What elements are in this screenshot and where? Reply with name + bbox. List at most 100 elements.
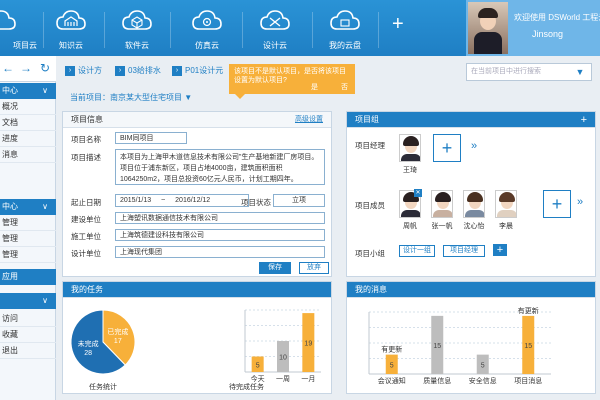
- double-chevron-right-icon[interactable]: »: [577, 196, 583, 208]
- task-pie-chart: 已完成 17 未完成 28: [70, 309, 136, 375]
- category-label: 一周: [276, 375, 290, 383]
- team-member[interactable]: ✕ 周帆: [399, 189, 422, 231]
- cloud-icon: [0, 10, 16, 30]
- arrow-right-icon: ›: [65, 66, 75, 76]
- message-bar-chart: 5 会议通知 有更新 15 质量信息 5 安全信息 15 项目消息 有更新: [368, 306, 551, 385]
- field-label: 项目经理: [355, 141, 385, 150]
- avatar: [463, 190, 485, 218]
- forward-icon[interactable]: →: [20, 61, 32, 75]
- project-name-field[interactable]: BIM同项目: [115, 132, 187, 144]
- project-status-field[interactable]: 立项: [273, 194, 325, 207]
- nav-my-drive[interactable]: 我的云盘: [314, 0, 376, 56]
- sidebar-section-header[interactable]: 中心 ∨: [0, 199, 56, 215]
- sidebar-item[interactable]: 进度: [0, 131, 56, 147]
- nav-label: 知识云: [59, 41, 83, 50]
- nav-simulation-cloud[interactable]: 仿真云: [176, 0, 238, 56]
- category-label: 会议通知: [378, 376, 406, 385]
- sidebar-item[interactable]: 消息: [0, 147, 56, 163]
- pie-value: 17: [114, 338, 122, 345]
- double-chevron-right-icon[interactable]: »: [471, 140, 477, 152]
- sidebar-item[interactable]: 管理: [0, 231, 56, 247]
- bar-value-label: 5: [256, 362, 260, 369]
- top-nav-bar: 项目云 知识云 软件云 仿真云 设计云 我的云盘 + 欢迎使用 DSWorld …: [0, 0, 600, 56]
- field-label: 设计单位: [71, 249, 101, 258]
- user-panel[interactable]: 欢迎使用 DSWorld 工程云 Jinsong: [466, 0, 600, 56]
- project-group-panel: 项目组 + 项目经理 王琦 + » 项目成员 ✕ 周帆 张一帆 沈心怡 李晨 +…: [346, 111, 596, 277]
- avatar: [399, 134, 421, 162]
- field-label: 项目小组: [355, 249, 385, 258]
- chevron-down-icon[interactable]: ▼: [569, 64, 591, 80]
- add-subgroup-button[interactable]: +: [493, 244, 507, 256]
- panel-header: 项目组 +: [347, 112, 595, 128]
- add-icon[interactable]: +: [581, 112, 587, 128]
- subgroup-button[interactable]: 设计一组: [399, 245, 435, 257]
- constructor-field[interactable]: 上海筑德建设科技有限公司: [115, 229, 325, 241]
- search-input[interactable]: 在当前项目中进行搜索 ▼: [466, 63, 592, 81]
- add-manager-button[interactable]: +: [433, 134, 461, 162]
- nav-project-cloud[interactable]: 项目云: [0, 0, 37, 56]
- bar-caption: 待完成任务: [229, 384, 264, 391]
- chevron-down-icon: ∨: [42, 86, 48, 95]
- chevron-down-icon: ∨: [42, 202, 48, 211]
- date-range-field[interactable]: 2015/1/13 ~ 2016/12/12: [115, 194, 249, 207]
- save-button[interactable]: 保存: [259, 262, 291, 274]
- divider: [242, 12, 243, 48]
- subgroup-button[interactable]: 项目经理: [443, 245, 485, 257]
- builder-field[interactable]: 上海塑讯数据通信技术有限公司: [115, 212, 325, 224]
- discard-button[interactable]: 放弃: [299, 262, 329, 274]
- category-label: 一月: [301, 375, 315, 383]
- tooltip-arrow: [235, 94, 245, 99]
- sidebar-item[interactable]: 文档: [0, 115, 56, 131]
- sidebar-item[interactable]: 收藏: [0, 327, 56, 343]
- field-label: 建设单位: [71, 215, 101, 224]
- pie-label: 未完成: [78, 339, 99, 348]
- designer-field[interactable]: 上海现代集团: [115, 246, 325, 258]
- sidebar-section-header[interactable]: 应用: [0, 269, 56, 285]
- category-label: 质量信息: [423, 376, 451, 385]
- tooltip-no-button[interactable]: 否: [341, 83, 348, 92]
- team-member[interactable]: 王琦: [399, 134, 421, 175]
- remove-icon[interactable]: ✕: [414, 189, 422, 197]
- pie-caption: 任务统计: [89, 384, 117, 391]
- arrow-right-icon: ›: [115, 66, 125, 76]
- sidebar-section-header[interactable]: 中心 ∨: [0, 83, 56, 99]
- add-member-button[interactable]: +: [543, 190, 571, 218]
- sidebar-item[interactable]: 概况: [0, 99, 56, 115]
- nav-label: 我的云盘: [329, 41, 361, 50]
- nav-design-cloud[interactable]: 设计云: [244, 0, 306, 56]
- team-member[interactable]: 张一帆: [431, 190, 453, 231]
- nav-label: 仿真云: [195, 41, 219, 50]
- field-label: 项目成员: [355, 201, 385, 210]
- default-project-tooltip: 该项目不是默认项目，是否将该项目设置为默认项目? 是 否: [229, 64, 355, 99]
- field-label: 施工单位: [71, 232, 101, 241]
- nav-software-cloud[interactable]: 软件云: [106, 0, 168, 56]
- avatar: [468, 2, 508, 54]
- sidebar: ← → ↻ 中心 ∨ 概况 文档 进度 消息 中心 ∨ 管理 管理 管理 应用 ∨ …: [0, 56, 56, 400]
- current-project-selector[interactable]: 当前项目：南京某大型住宅项目 ▼: [70, 92, 192, 103]
- back-icon[interactable]: ←: [2, 61, 14, 75]
- field-label: 项目名称: [71, 135, 101, 144]
- task-bar-chart: 5今天10一周19一月: [244, 309, 321, 383]
- advanced-settings-link[interactable]: 高级设置: [295, 112, 323, 128]
- sidebar-item[interactable]: 访问: [0, 311, 56, 327]
- sidebar-item[interactable]: 退出: [0, 343, 56, 359]
- sidebar-section-header[interactable]: ∨: [0, 293, 56, 309]
- bar-value-label: 15: [433, 343, 441, 350]
- my-tasks-panel: 我的任务 已完成 17 未完成 28 任务统计 5 今天 10 一周 19 一月 待完成任务: [62, 281, 332, 394]
- nav-knowledge-cloud[interactable]: 知识云: [40, 0, 102, 56]
- tooltip-text: 该项目不是默认项目，是否将该项目设置为默认项目?: [234, 68, 346, 84]
- breadcrumb-item[interactable]: › 03给排水: [115, 64, 161, 78]
- sidebar-item[interactable]: 管理: [0, 247, 56, 263]
- team-member[interactable]: 沈心怡: [463, 190, 485, 231]
- cloud-building-icon: [56, 10, 86, 30]
- breadcrumb-item[interactable]: › P01设计元: [172, 64, 223, 78]
- team-member[interactable]: 李晨: [495, 190, 517, 231]
- add-app-button[interactable]: +: [392, 14, 404, 34]
- breadcrumb-item[interactable]: › 设计方: [65, 64, 102, 78]
- project-description-field[interactable]: 本项目为上海甲木道信息技术有限公司”生产基地新建厂房项目。项目位于浦东新区，项目…: [115, 149, 325, 185]
- sidebar-item[interactable]: 管理: [0, 215, 56, 231]
- refresh-icon[interactable]: ↻: [40, 61, 50, 75]
- tooltip-yes-button[interactable]: 是: [311, 83, 318, 92]
- bar-annotation: 有更新: [518, 306, 539, 315]
- panel-title: 项目组: [355, 115, 379, 124]
